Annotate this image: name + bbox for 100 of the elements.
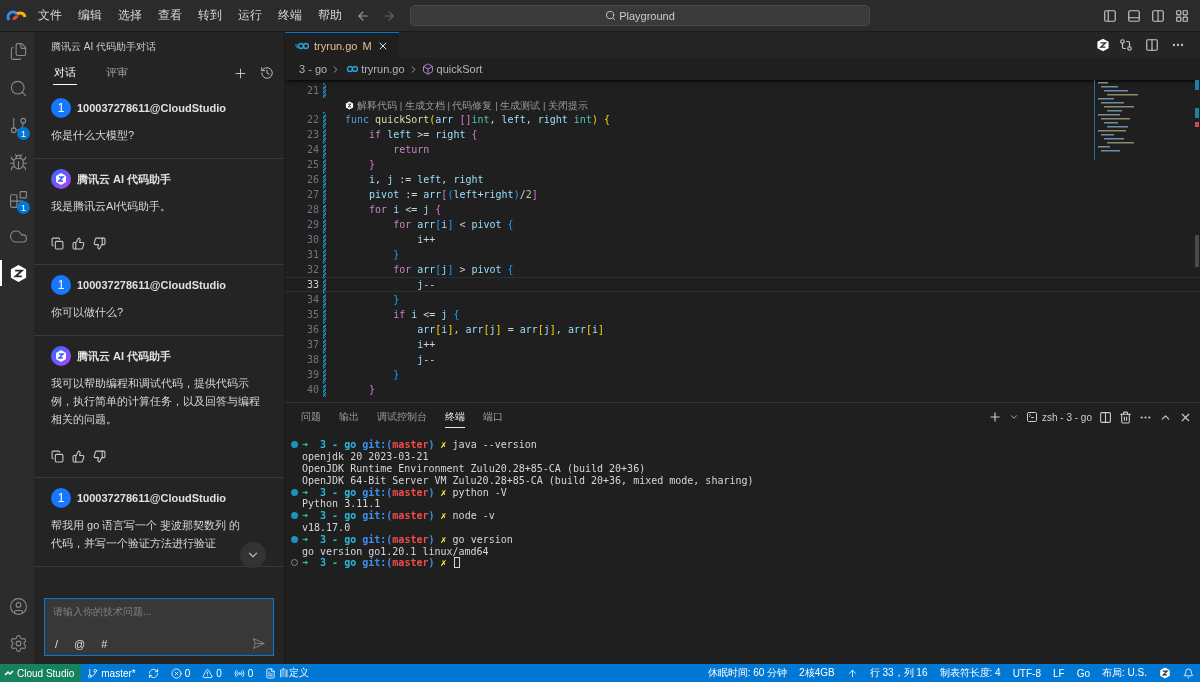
shortcut-button[interactable]: #: [99, 637, 110, 650]
breadcrumb-item[interactable]: quickSort: [436, 63, 483, 75]
line-number: 34: [305, 294, 319, 305]
assistant-avatar-icon: [51, 169, 71, 189]
panel-toggle-icon[interactable]: [1127, 8, 1141, 23]
code-line: j--: [416, 354, 436, 365]
sidebar-toggle-icon[interactable]: [1103, 8, 1117, 23]
menu-item[interactable]: 帮助: [312, 5, 348, 26]
warning-count[interactable]: 0: [216, 667, 222, 679]
send-icon[interactable]: [252, 637, 265, 650]
trash-icon[interactable]: [1119, 410, 1132, 424]
shortcut-button[interactable]: @: [72, 637, 88, 650]
panel-tab[interactable]: 问题: [301, 406, 321, 428]
compare-icon[interactable]: [1119, 38, 1133, 52]
assistant-logo-icon[interactable]: [1096, 38, 1110, 52]
menu-item[interactable]: 运行: [232, 5, 268, 26]
status-item[interactable]: 休眠时间: 60 分钟: [701, 666, 794, 680]
code-line: for arr[i] < pivot {: [392, 219, 514, 230]
thumbs-up-icon[interactable]: [72, 450, 85, 463]
code-line: j--: [416, 279, 436, 290]
terminal-output: OpenJDK 64-Bit Server VM Zulu20.28+85-CA (build 20+36, mixed mode, sharing): [302, 474, 754, 486]
status-item[interactable]: UTF-8: [1006, 667, 1047, 679]
account-icon[interactable]: [8, 596, 28, 616]
add-icon[interactable]: [987, 410, 1002, 424]
line-number: 21: [305, 85, 319, 96]
status-item[interactable]: 行 33，列 16: [863, 666, 934, 680]
terminal-line: ➜ 3 - go git:(master) ✗ python -V: [302, 486, 507, 498]
message-text: 你是什么大模型?: [51, 128, 135, 143]
panel-title: 腾讯云 AI 代码助手对话: [50, 40, 157, 54]
breadcrumb-item[interactable]: 3 - go: [299, 63, 328, 75]
message-text: 我可以帮助编程和调试代码，提供代码示 例，执行简单的计算任务，以及回答与编程 相关的问题。: [51, 376, 260, 427]
line-number: 22: [305, 114, 319, 125]
files-icon[interactable]: [8, 41, 28, 61]
message-author: 100037278611@CloudStudio: [77, 102, 226, 114]
thumbs-up-icon[interactable]: [72, 237, 85, 250]
branch-icon[interactable]: [8, 115, 28, 135]
blocks-icon[interactable]: [8, 189, 28, 209]
thumbs-down-icon[interactable]: [93, 237, 106, 250]
terminal-output: go version go1.20.1 linux/amd64: [302, 545, 489, 557]
bug-icon[interactable]: [8, 152, 28, 172]
scroll-down-button[interactable]: [240, 542, 266, 568]
chat-tab[interactable]: 评审: [105, 61, 129, 85]
status-item[interactable]: LF: [1046, 667, 1071, 679]
panel-tab[interactable]: 调试控制台: [377, 406, 427, 428]
copy-icon[interactable]: [51, 450, 64, 463]
panel-tab[interactable]: 端口: [483, 406, 503, 428]
port-count[interactable]: 0: [247, 667, 254, 679]
menu-item[interactable]: 文件: [32, 5, 68, 26]
editor-tab[interactable]: tryrun.go M: [285, 32, 399, 58]
terminal-output: OpenJDK Runtime Environment Zulu20.28+85-CA (build 20+36): [302, 463, 646, 474]
code-line: for i <= j {: [368, 204, 442, 215]
line-number: 28: [305, 204, 319, 215]
terminal-name[interactable]: zsh - 3 - go: [1041, 411, 1092, 423]
menu-item[interactable]: 选择: [112, 5, 148, 26]
assistant-logo-icon: [1159, 667, 1171, 679]
chevron-down-icon[interactable]: [1008, 412, 1019, 422]
line-number: 31: [305, 249, 319, 260]
code-line: return: [392, 144, 430, 155]
add-icon[interactable]: [233, 65, 248, 81]
status-item[interactable]: 布局: U.S.: [1096, 666, 1153, 680]
user-avatar: 1: [51, 275, 71, 295]
back-icon[interactable]: [356, 8, 370, 23]
placeholder-text: 请输入你的技术问题...: [53, 605, 153, 619]
copy-icon[interactable]: [51, 237, 64, 250]
menu-item[interactable]: 转到: [192, 5, 228, 26]
assistant-logo-icon[interactable]: [8, 263, 28, 283]
chat-tab[interactable]: 对话: [53, 61, 77, 85]
thumbs-down-icon[interactable]: [93, 450, 106, 463]
history-icon[interactable]: [260, 66, 274, 80]
code-lens-actions[interactable]: 解释代码 | 生成文档 | 代码修复 | 生成测试 | 关闭提示: [357, 98, 588, 112]
menu-item[interactable]: 编辑: [72, 5, 108, 26]
code-line: arr[i], arr[j] = arr[j], arr[i]: [416, 324, 605, 335]
antenna-icon: [233, 667, 245, 679]
layout-label[interactable]: 自定义: [279, 666, 310, 680]
go-file-icon: [344, 65, 359, 73]
status-item[interactable]: 2核4GB: [793, 666, 841, 680]
shortcut-button[interactable]: /: [53, 637, 61, 650]
panel-tab[interactable]: 输出: [339, 406, 359, 428]
breadcrumb-item[interactable]: tryrun.go: [361, 63, 405, 75]
split-editor-icon[interactable]: [1145, 38, 1159, 52]
terminal-line: ➜ 3 - go git:(master) ✗ java --version: [302, 439, 537, 451]
settings-icon[interactable]: [8, 633, 28, 653]
layout-grid-icon[interactable]: [1175, 8, 1189, 23]
split-layout-icon[interactable]: [1151, 8, 1165, 23]
terminal-line: ➜ 3 - go git:(master) ✗ go version: [302, 533, 513, 545]
search-icon[interactable]: [8, 78, 28, 98]
status-item[interactable]: 制表符长度: 4: [933, 666, 1007, 680]
warning-icon: [202, 667, 214, 679]
error-count[interactable]: 0: [184, 667, 191, 679]
split-icon[interactable]: [1099, 410, 1112, 424]
status-item[interactable]: Go: [1070, 667, 1096, 679]
chat-input-field[interactable]: 请输入你的技术问题... / @ #: [44, 598, 274, 656]
menu-item[interactable]: 终端: [272, 5, 308, 26]
message-text: 帮我用 go 语言写一个 斐波那契数列 的 代码，并写一个验证方法进行验证: [51, 518, 241, 551]
branch-name[interactable]: master*: [101, 667, 136, 679]
menu-item[interactable]: 查看: [152, 5, 188, 26]
command-search-field[interactable]: Playground: [410, 5, 870, 26]
panel-tab[interactable]: 终端: [445, 406, 465, 428]
line-number: 24: [305, 144, 319, 155]
remote-indicator[interactable]: Cloud Studio: [0, 664, 82, 682]
